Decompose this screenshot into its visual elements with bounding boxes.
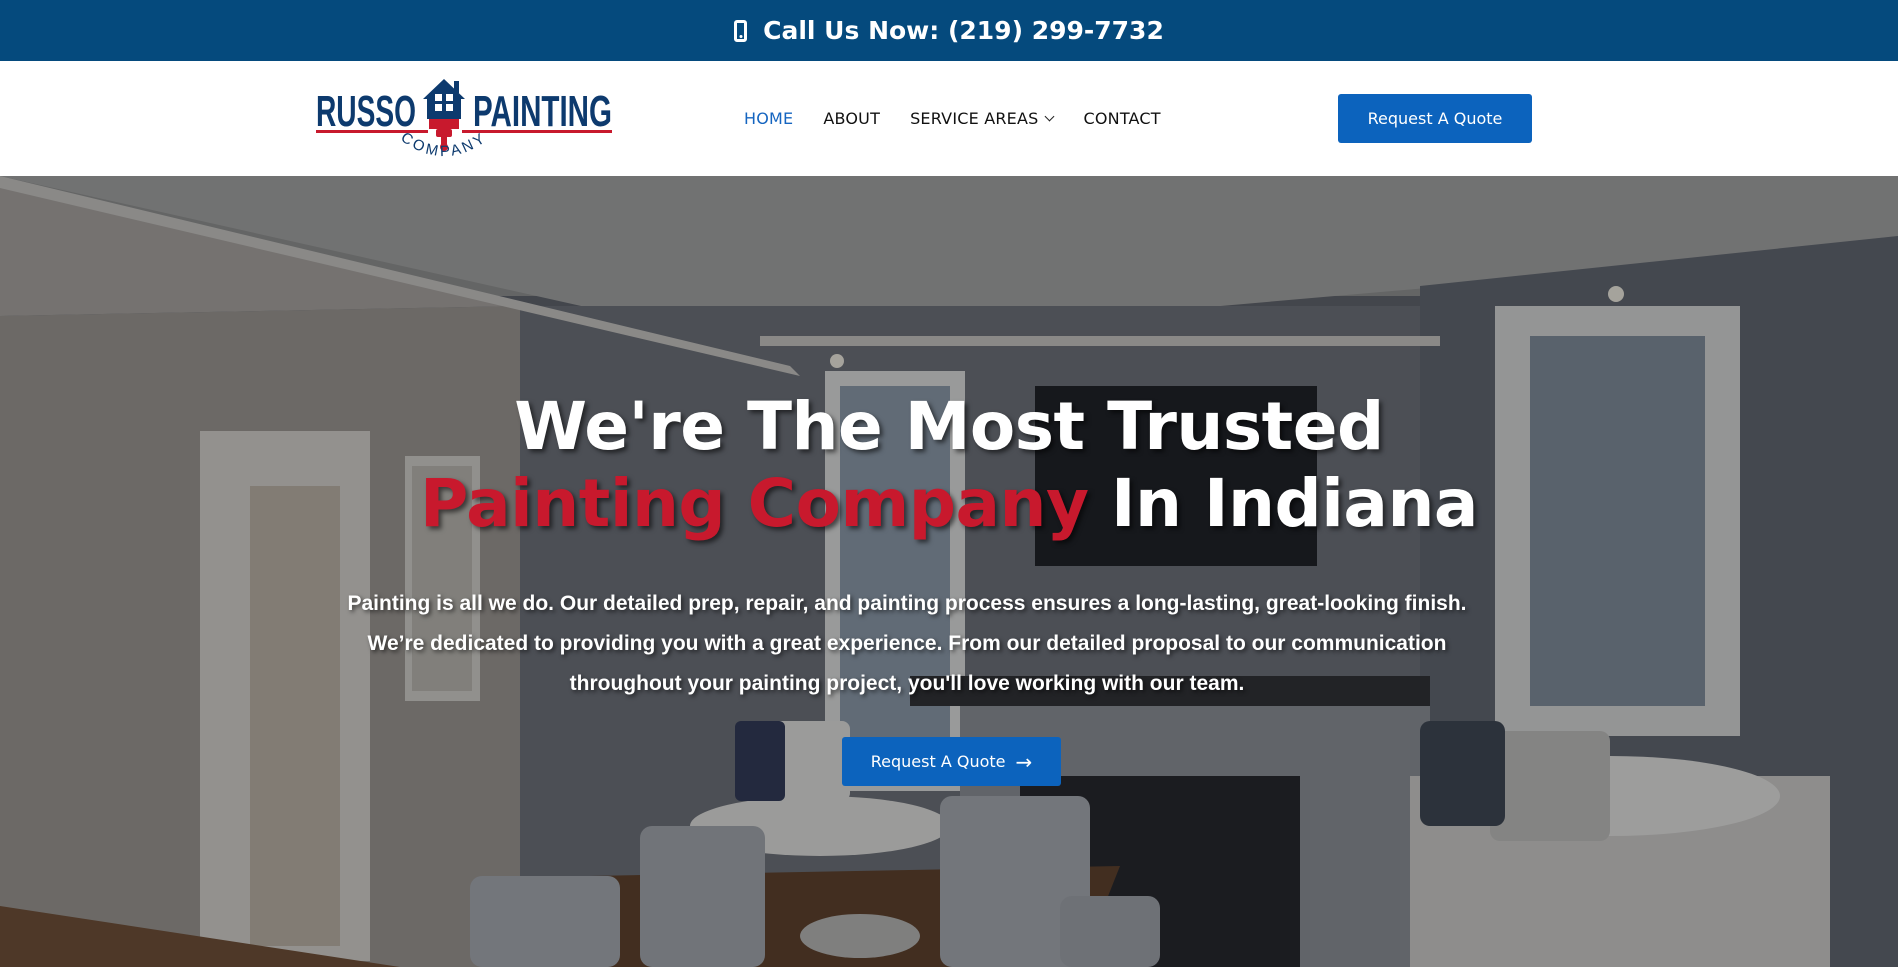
call-us-link[interactable]: Call Us Now: (219) 299-7732: [763, 16, 1164, 45]
hero-title-highlight: Painting Company: [420, 465, 1089, 542]
hero-overlay: [0, 176, 1898, 967]
hero-description: Painting is all we do. Our detailed prep…: [347, 592, 1467, 695]
main-nav: HOME ABOUT SERVICE AREAS CONTACT: [744, 61, 1191, 176]
hero-title-line1: We're The Most Trusted: [514, 388, 1384, 465]
nav-item-service-areas[interactable]: SERVICE AREAS: [910, 109, 1055, 128]
nav-item-contact[interactable]: CONTACT: [1083, 109, 1160, 128]
svg-text:RUSSO: RUSSO: [316, 87, 416, 136]
nav-label: SERVICE AREAS: [910, 109, 1039, 128]
hero-button-label: Request A Quote: [870, 752, 1006, 771]
nav-label: CONTACT: [1083, 109, 1161, 128]
request-quote-button-header[interactable]: Request A Quote: [1338, 94, 1532, 143]
logo-mark: RUSSO PAINTING COMPANY: [316, 79, 612, 160]
arrow-right-icon: →: [1015, 749, 1033, 774]
hero-title-rest: In Indiana: [1088, 465, 1479, 542]
phone-icon: [734, 19, 748, 42]
hero-title: We're The Most Trusted Painting Company …: [0, 388, 1898, 542]
nav-label: HOME: [744, 109, 794, 128]
request-quote-button-hero[interactable]: Request A Quote →: [842, 737, 1061, 786]
nav-label: ABOUT: [823, 109, 881, 128]
top-bar: Call Us Now: (219) 299-7732: [0, 0, 1898, 61]
hero-section: We're The Most Trusted Painting Company …: [0, 176, 1898, 967]
russo-painting-logo[interactable]: RUSSO PAINTING COMPANY: [316, 71, 612, 163]
nav-item-home[interactable]: HOME: [744, 109, 793, 128]
chevron-down-icon: [1045, 111, 1055, 122]
nav-item-about[interactable]: ABOUT: [823, 109, 880, 128]
svg-text:PAINTING: PAINTING: [473, 87, 612, 136]
site-header: RUSSO PAINTING COMPANY HOME ABOUT SERVIC…: [0, 61, 1898, 176]
